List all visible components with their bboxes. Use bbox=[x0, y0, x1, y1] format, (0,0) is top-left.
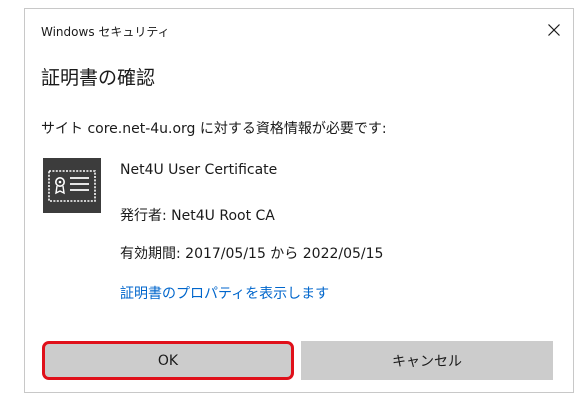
cancel-button[interactable]: キャンセル bbox=[301, 341, 553, 380]
close-button[interactable] bbox=[539, 15, 569, 45]
certificate-icon bbox=[43, 158, 101, 213]
credential-prompt: サイト core.net-4u.org に対する資格情報が必要です: bbox=[41, 121, 387, 137]
certificate-option[interactable] bbox=[43, 158, 101, 213]
dialog-heading: 証明書の確認 bbox=[41, 67, 156, 89]
certificate-properties-link[interactable]: 証明書のプロパティを表示します bbox=[120, 283, 329, 303]
certificate-issuer: 発行者: Net4U Root CA bbox=[120, 208, 275, 224]
ok-button[interactable]: OK bbox=[42, 341, 294, 380]
certificate-name: Net4U User Certificate bbox=[120, 162, 278, 178]
window-title: Windows セキュリティ bbox=[41, 25, 170, 39]
windows-security-dialog: Windows セキュリティ 証明書の確認 サイト core.net-4u.or… bbox=[24, 8, 574, 393]
screen-background: Windows セキュリティ 証明書の確認 サイト core.net-4u.or… bbox=[0, 0, 587, 405]
close-icon bbox=[548, 24, 560, 36]
certificate-validity: 有効期間: 2017/05/15 から 2022/05/15 bbox=[120, 246, 384, 262]
title-bar: Windows セキュリティ bbox=[25, 9, 573, 49]
